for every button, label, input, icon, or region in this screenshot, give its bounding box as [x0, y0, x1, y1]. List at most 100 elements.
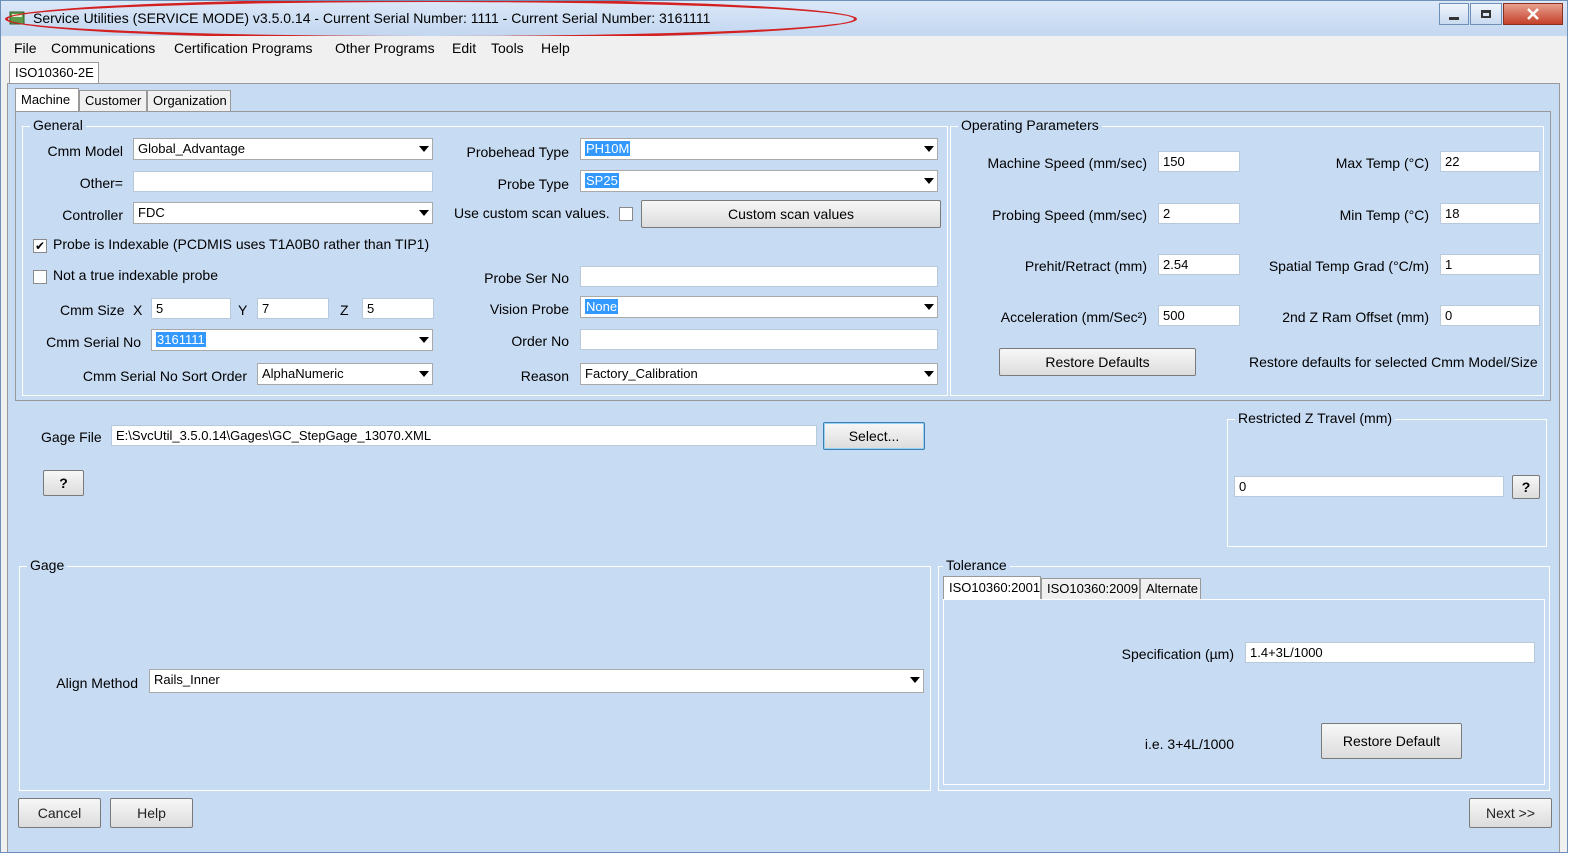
operating-parameters-title: Operating Parameters — [958, 117, 1102, 133]
close-icon — [1527, 8, 1539, 20]
gage-file-label: Gage File — [41, 429, 102, 445]
check-icon: ✔ — [34, 239, 46, 253]
prehit-label: Prehit/Retract (mm) — [1024, 258, 1147, 274]
machine-tab-panel: General Cmm Model Global_Advantage Other… — [15, 111, 1551, 401]
custom-scan-checkbox[interactable] — [619, 207, 633, 221]
minimize-button[interactable] — [1439, 3, 1469, 25]
restricted-z-help-button[interactable]: ? — [1512, 475, 1540, 499]
machine-speed-input[interactable]: 150 — [1158, 151, 1240, 172]
minimize-icon — [1449, 16, 1459, 20]
restore-default-button[interactable]: Restore Default — [1321, 723, 1462, 759]
controller-select[interactable]: FDC — [133, 202, 433, 224]
reason-label: Reason — [520, 368, 569, 384]
menu-other-programs[interactable]: Other Programs — [335, 40, 435, 56]
specification-example: i.e. 3+4L/1000 — [1144, 736, 1234, 752]
vision-probe-label: Vision Probe — [489, 301, 569, 317]
general-title: General — [30, 117, 86, 133]
chevron-down-icon — [924, 146, 934, 152]
probehead-select[interactable]: PH10M — [580, 138, 938, 160]
z-label: Z — [340, 302, 349, 318]
custom-scan-label: Use custom scan values. — [454, 205, 610, 221]
select-gage-button[interactable]: Select... — [823, 422, 925, 450]
z-ram-offset-input[interactable]: 0 — [1440, 305, 1540, 326]
sort-order-label: Cmm Serial No Sort Order — [82, 368, 247, 384]
restore-defaults-button[interactable]: Restore Defaults — [999, 348, 1196, 376]
next-button[interactable]: Next >> — [1469, 798, 1552, 828]
cmm-serial-label: Cmm Serial No — [46, 334, 141, 350]
maximize-icon — [1481, 10, 1491, 18]
gage-file-input[interactable]: E:\SvcUtil_3.5.0.14\Gages\GC_StepGage_13… — [111, 425, 817, 446]
chevron-down-icon — [924, 304, 934, 310]
cmm-model-select[interactable]: Global_Advantage — [133, 138, 433, 160]
tab-alternate[interactable]: Alternate — [1140, 578, 1201, 600]
window-title: Service Utilities (SERVICE MODE) v3.5.0.… — [33, 10, 711, 26]
app-window: Service Utilities (SERVICE MODE) v3.5.0.… — [0, 0, 1568, 853]
cmm-serial-select[interactable]: 3161111 — [151, 329, 433, 351]
gage-help-button[interactable]: ? — [43, 470, 84, 496]
vision-probe-select[interactable]: None — [580, 296, 938, 318]
app-icon — [9, 11, 25, 25]
align-method-select[interactable]: Rails_Inner — [149, 669, 924, 693]
maximize-button[interactable] — [1470, 3, 1502, 25]
max-temp-input[interactable]: 22 — [1440, 151, 1540, 172]
reason-select[interactable]: Factory_Calibration — [580, 363, 938, 385]
align-method-label: Align Method — [56, 675, 138, 691]
prehit-input[interactable]: 2.54 — [1158, 254, 1240, 275]
main-area: ISO10360-2E Machine Customer Organizatio… — [1, 60, 1567, 852]
not-indexable-checkbox[interactable] — [33, 270, 47, 284]
machine-speed-label: Machine Speed (mm/sec) — [987, 155, 1147, 171]
tab-iso10360-2001[interactable]: ISO10360:2001 — [943, 576, 1041, 600]
menu-edit[interactable]: Edit — [452, 40, 476, 56]
min-temp-input[interactable]: 18 — [1440, 203, 1540, 224]
tolerance-tab-panel: Specification (µm) 1.4+3L/1000 i.e. 3+4L… — [943, 599, 1545, 785]
not-indexable-label: Not a true indexable probe — [53, 267, 218, 283]
restricted-z-input[interactable]: 0 — [1234, 476, 1504, 497]
menu-help[interactable]: Help — [541, 40, 570, 56]
chevron-down-icon — [924, 178, 934, 184]
order-no-input[interactable] — [580, 329, 938, 350]
cancel-button[interactable]: Cancel — [18, 798, 101, 828]
tab-iso10360-2009[interactable]: ISO10360:2009 — [1041, 578, 1140, 600]
controller-label: Controller — [62, 207, 123, 223]
spatial-temp-input[interactable]: 1 — [1440, 254, 1540, 275]
spatial-temp-label: Spatial Temp Grad (°C/m) — [1268, 258, 1429, 274]
menu-communications[interactable]: Communications — [51, 40, 155, 56]
chevron-down-icon — [924, 371, 934, 377]
acceleration-label: Acceleration (mm/Sec²) — [1000, 309, 1147, 325]
chevron-down-icon — [910, 677, 920, 683]
acceleration-input[interactable]: 500 — [1158, 305, 1240, 326]
probe-ser-input[interactable] — [580, 266, 938, 287]
cmm-size-label: Cmm Size — [60, 302, 125, 318]
other-input[interactable] — [133, 171, 433, 192]
custom-scan-button[interactable]: Custom scan values — [641, 200, 941, 228]
y-label: Y — [238, 302, 248, 318]
tab-organization[interactable]: Organization — [147, 90, 231, 112]
probe-type-select[interactable]: SP25 — [580, 170, 938, 192]
gage-group: Gage Align Method Rails_Inner — [19, 557, 931, 791]
operating-parameters-group: Operating Parameters Machine Speed (mm/s… — [950, 117, 1544, 396]
close-button[interactable] — [1503, 3, 1563, 25]
menu-tools[interactable]: Tools — [491, 40, 524, 56]
indexable-checkbox[interactable]: ✔ — [33, 239, 47, 253]
tab-customer[interactable]: Customer — [79, 90, 147, 112]
probe-type-label: Probe Type — [497, 176, 569, 192]
menu-certification-programs[interactable]: Certification Programs — [174, 40, 313, 56]
probing-speed-label: Probing Speed (mm/sec) — [992, 207, 1147, 223]
menu-file[interactable]: File — [14, 40, 37, 56]
x-label: X — [133, 302, 143, 318]
other-label: Other= — [79, 175, 123, 191]
gage-title: Gage — [27, 557, 68, 573]
min-temp-label: Min Temp (°C) — [1339, 207, 1429, 223]
help-button[interactable]: Help — [110, 798, 193, 828]
max-temp-label: Max Temp (°C) — [1335, 155, 1429, 171]
restricted-z-travel-group: Restricted Z Travel (mm) 0 ? — [1227, 410, 1547, 547]
z-ram-offset-label: 2nd Z Ram Offset (mm) — [1282, 309, 1429, 325]
probing-speed-input[interactable]: 2 — [1158, 203, 1240, 224]
cmm-size-x-input[interactable]: 5 — [151, 298, 231, 319]
specification-input[interactable]: 1.4+3L/1000 — [1245, 642, 1535, 663]
order-no-label: Order No — [511, 333, 569, 349]
cmm-size-y-input[interactable]: 7 — [257, 298, 329, 319]
tab-machine[interactable]: Machine — [15, 88, 79, 112]
tolerance-group: Tolerance ISO10360:2001 ISO10360:2009 Al… — [938, 557, 1550, 791]
doc-tab-iso10360-2e[interactable]: ISO10360-2E — [9, 62, 99, 84]
